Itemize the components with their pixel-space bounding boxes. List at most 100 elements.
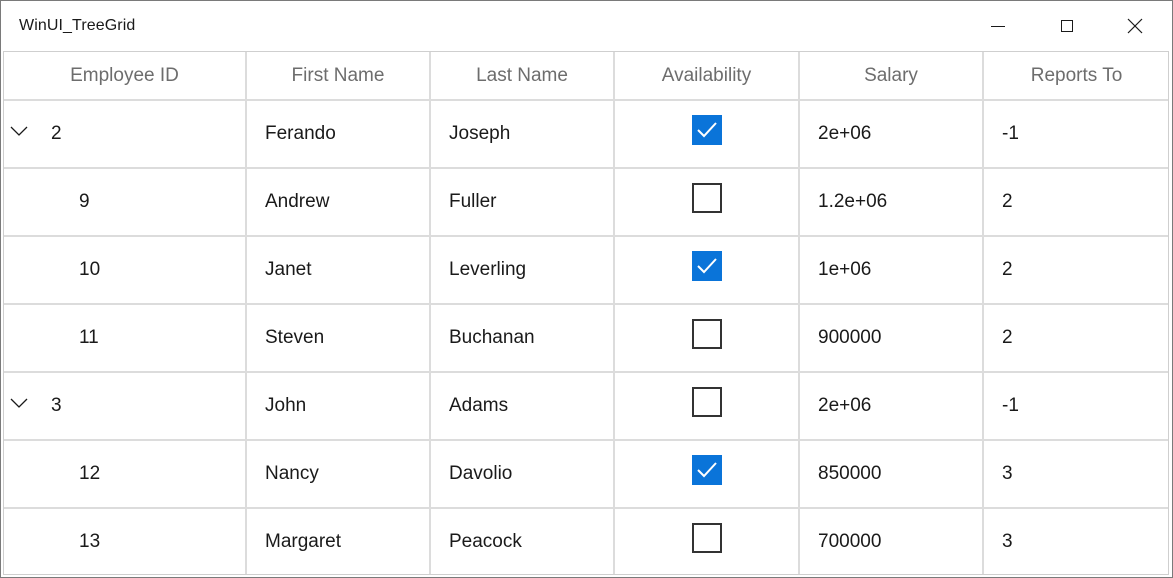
availability-checkbox[interactable] bbox=[691, 183, 722, 213]
cell-last-name[interactable]: Fuller bbox=[430, 168, 615, 237]
column-header-salary[interactable]: Salary bbox=[799, 52, 984, 101]
availability-checkbox[interactable] bbox=[691, 319, 722, 349]
cell-last-name[interactable]: Adams bbox=[430, 372, 615, 441]
cell-salary[interactable]: 2e+06 bbox=[799, 372, 984, 441]
column-header-reports-to[interactable]: Reports To bbox=[983, 52, 1168, 101]
cell-first-name-value: Nancy bbox=[265, 463, 319, 484]
column-header-employee-id[interactable]: Employee ID bbox=[4, 52, 247, 101]
grid-body: 2 Ferando Joseph 2e+06 -1 9 Andrew Fuller 1.2e+0… bbox=[4, 100, 1168, 574]
cell-salary-value: 1e+06 bbox=[818, 259, 872, 280]
cell-reports-to-value: 2 bbox=[1002, 259, 1013, 280]
cell-reports-to[interactable]: 3 bbox=[983, 508, 1168, 574]
cell-reports-to[interactable]: 2 bbox=[983, 304, 1168, 373]
chevron-down-icon[interactable] bbox=[10, 397, 28, 409]
table-row[interactable]: 9 Andrew Fuller 1.2e+06 2 bbox=[4, 168, 1168, 237]
cell-last-name[interactable]: Buchanan bbox=[430, 304, 615, 373]
cell-salary[interactable]: 1.2e+06 bbox=[799, 168, 984, 237]
cell-first-name[interactable]: Janet bbox=[246, 236, 431, 305]
cell-first-name[interactable]: Steven bbox=[246, 304, 431, 373]
employee-id-value: 11 bbox=[79, 327, 99, 348]
cell-last-name-value: Leverling bbox=[449, 259, 527, 280]
cell-reports-to[interactable]: -1 bbox=[983, 100, 1168, 169]
cell-availability[interactable] bbox=[614, 440, 800, 509]
cell-reports-to-value: 2 bbox=[1002, 327, 1013, 348]
cell-salary-value: 2e+06 bbox=[818, 395, 872, 416]
cell-employee-id[interactable]: 2 bbox=[4, 100, 247, 169]
employee-id-value: 10 bbox=[79, 259, 101, 280]
cell-reports-to-value: 2 bbox=[1002, 191, 1013, 212]
chevron-down-icon[interactable] bbox=[10, 125, 28, 137]
cell-first-name[interactable]: Margaret bbox=[246, 508, 431, 574]
cell-first-name[interactable]: John bbox=[246, 372, 431, 441]
cell-salary[interactable]: 900000 bbox=[799, 304, 984, 373]
cell-first-name-value: John bbox=[265, 395, 307, 416]
cell-first-name-value: Andrew bbox=[265, 191, 330, 212]
cell-salary-value: 700000 bbox=[818, 531, 882, 552]
table-row[interactable]: 12 Nancy Davolio 850000 3 bbox=[4, 440, 1168, 509]
cell-reports-to-value: -1 bbox=[1002, 123, 1019, 144]
cell-salary[interactable]: 700000 bbox=[799, 508, 984, 574]
checkmark-icon bbox=[696, 258, 717, 274]
maximize-icon bbox=[1061, 20, 1073, 32]
cell-first-name[interactable]: Andrew bbox=[246, 168, 431, 237]
app-window: WinUI_TreeGrid Employee ID First Name La… bbox=[0, 0, 1173, 578]
cell-last-name[interactable]: Leverling bbox=[430, 236, 615, 305]
minimize-button[interactable] bbox=[975, 1, 1021, 51]
table-row[interactable]: 10 Janet Leverling 1e+06 2 bbox=[4, 236, 1168, 305]
availability-checkbox[interactable] bbox=[691, 251, 722, 281]
cell-salary-value: 2e+06 bbox=[818, 123, 872, 144]
cell-employee-id[interactable]: 11 bbox=[4, 304, 247, 373]
table-row[interactable]: 2 Ferando Joseph 2e+06 -1 bbox=[4, 100, 1168, 169]
maximize-button[interactable] bbox=[1044, 1, 1090, 51]
cell-employee-id[interactable]: 10 bbox=[4, 236, 247, 305]
cell-reports-to[interactable]: 2 bbox=[983, 236, 1168, 305]
table-row[interactable]: 11 Steven Buchanan 900000 2 bbox=[4, 304, 1168, 373]
cell-last-name-value: Joseph bbox=[449, 123, 511, 144]
availability-checkbox[interactable] bbox=[691, 387, 722, 417]
cell-salary-value: 1.2e+06 bbox=[818, 191, 888, 212]
cell-reports-to-value: 3 bbox=[1002, 531, 1013, 552]
cell-employee-id[interactable]: 12 bbox=[4, 440, 247, 509]
cell-availability[interactable] bbox=[614, 168, 800, 237]
column-header-last-name[interactable]: Last Name bbox=[430, 52, 615, 101]
cell-availability[interactable] bbox=[614, 372, 800, 441]
cell-employee-id[interactable]: 13 bbox=[4, 508, 247, 574]
table-row[interactable]: 3 John Adams 2e+06 -1 bbox=[4, 372, 1168, 441]
close-icon bbox=[1127, 18, 1143, 34]
cell-reports-to[interactable]: 3 bbox=[983, 440, 1168, 509]
cell-availability[interactable] bbox=[614, 236, 800, 305]
availability-checkbox[interactable] bbox=[691, 115, 722, 145]
cell-employee-id[interactable]: 3 bbox=[4, 372, 247, 441]
cell-salary[interactable]: 2e+06 bbox=[799, 100, 984, 169]
cell-last-name[interactable]: Davolio bbox=[430, 440, 615, 509]
employee-id-value: 13 bbox=[79, 531, 101, 552]
cell-last-name-value: Peacock bbox=[449, 531, 522, 552]
cell-availability[interactable] bbox=[614, 304, 800, 373]
window-title: WinUI_TreeGrid bbox=[19, 17, 136, 34]
minimize-icon bbox=[991, 25, 1005, 27]
availability-checkbox[interactable] bbox=[691, 523, 722, 553]
cell-first-name[interactable]: Nancy bbox=[246, 440, 431, 509]
close-button[interactable] bbox=[1112, 1, 1158, 51]
availability-checkbox[interactable] bbox=[691, 455, 722, 485]
cell-salary[interactable]: 850000 bbox=[799, 440, 984, 509]
cell-salary[interactable]: 1e+06 bbox=[799, 236, 984, 305]
cell-last-name[interactable]: Joseph bbox=[430, 100, 615, 169]
title-bar[interactable]: WinUI_TreeGrid bbox=[1, 1, 1172, 51]
cell-salary-value: 900000 bbox=[818, 327, 882, 348]
cell-reports-to-value: 3 bbox=[1002, 463, 1013, 484]
cell-employee-id[interactable]: 9 bbox=[4, 168, 247, 237]
column-header-first-name[interactable]: First Name bbox=[246, 52, 431, 101]
table-row[interactable]: 13 Margaret Peacock 700000 3 bbox=[4, 508, 1168, 574]
cell-reports-to[interactable]: 2 bbox=[983, 168, 1168, 237]
cell-availability[interactable] bbox=[614, 508, 800, 574]
cell-last-name-value: Fuller bbox=[449, 191, 497, 212]
cell-reports-to-value: -1 bbox=[1002, 395, 1019, 416]
cell-availability[interactable] bbox=[614, 100, 800, 169]
cell-first-name[interactable]: Ferando bbox=[246, 100, 431, 169]
tree-grid[interactable]: Employee ID First Name Last Name Availab… bbox=[3, 51, 1169, 575]
cell-reports-to[interactable]: -1 bbox=[983, 372, 1168, 441]
column-header-availability[interactable]: Availability bbox=[614, 52, 800, 101]
cell-first-name-value: Janet bbox=[265, 259, 312, 280]
cell-last-name[interactable]: Peacock bbox=[430, 508, 615, 574]
